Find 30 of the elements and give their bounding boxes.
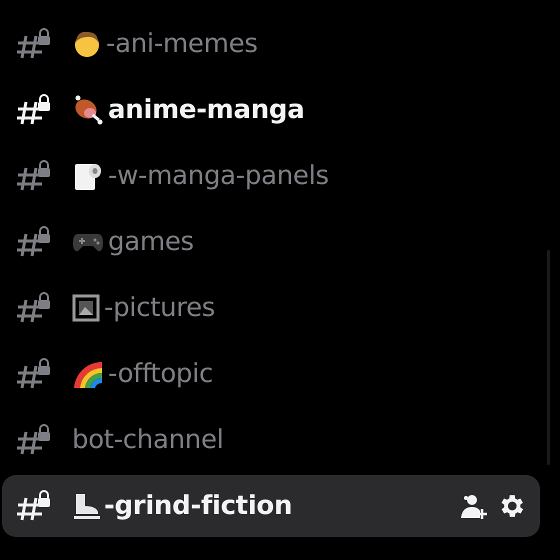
locked-channel-icon [16, 292, 52, 324]
locked-channel-icon [16, 424, 52, 456]
channel-item[interactable]: -offtopic [2, 343, 540, 405]
locked-channel-icon [16, 94, 52, 126]
channel-item[interactable]: -ani-memes [2, 13, 540, 75]
locked-channel-icon [16, 358, 52, 390]
channel-item[interactable]: anime-manga [2, 79, 540, 141]
channel-name: anime-manga [108, 95, 304, 125]
add-member-icon[interactable] [458, 492, 488, 520]
locked-channel-icon [16, 490, 52, 522]
rainbow-icon [72, 360, 104, 388]
locked-channel-icon [16, 226, 52, 258]
channel-name: -offtopic [108, 359, 214, 389]
channel-name: -ani-memes [106, 29, 258, 59]
channel-item[interactable]: -grind-fiction [2, 475, 540, 537]
channel-name: -grind-fiction [104, 491, 292, 521]
locked-channel-icon [16, 28, 52, 60]
channel-item[interactable]: -w-manga-panels [2, 145, 540, 207]
channel-item[interactable]: -pictures [2, 277, 540, 339]
framed-picture-icon [72, 294, 100, 322]
channel-name: -pictures [104, 293, 216, 323]
channel-name: games [108, 227, 194, 257]
ice-skate-icon [72, 492, 100, 520]
channel-name: bot-channel [72, 425, 224, 455]
locked-channel-icon [16, 160, 52, 192]
game-controller-icon [72, 231, 104, 253]
channel-name: -w-manga-panels [108, 161, 329, 191]
face-emoji-icon [72, 29, 102, 59]
channel-item[interactable]: bot-channel [2, 409, 540, 471]
channel-item[interactable]: games [2, 211, 540, 273]
